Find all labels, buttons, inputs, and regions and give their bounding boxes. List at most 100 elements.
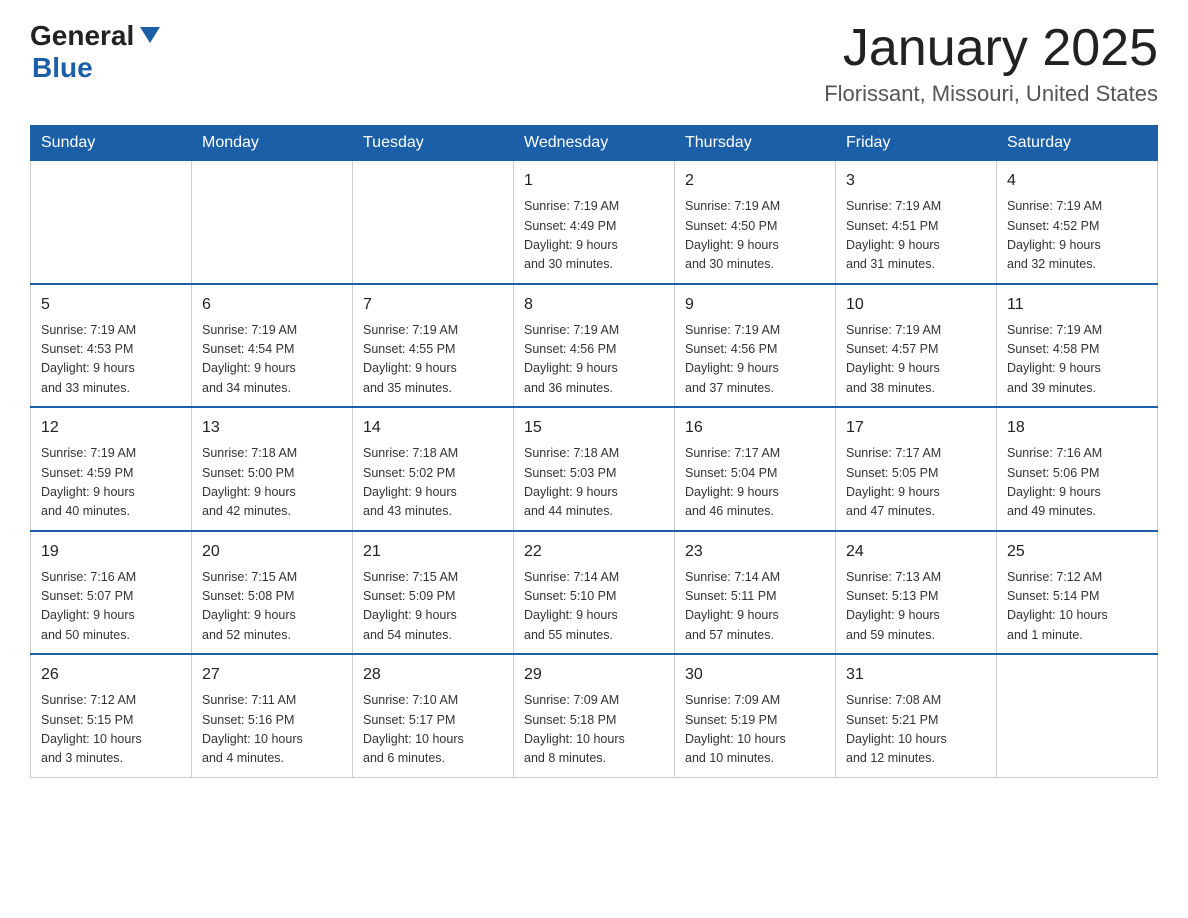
calendar-cell: 4 Sunrise: 7:19 AMSunset: 4:52 PMDaylight… (997, 161, 1158, 284)
calendar-cell: 16 Sunrise: 7:17 AMSunset: 5:04 PMDayligh… (675, 407, 836, 531)
calendar-cell: 20 Sunrise: 7:15 AMSunset: 5:08 PMDayligh… (192, 531, 353, 655)
day-number: 24 (846, 540, 986, 564)
day-info: Sunrise: 7:09 AMSunset: 5:19 PMDaylight:… (685, 691, 825, 769)
location-subtitle: Florissant, Missouri, United States (824, 81, 1158, 107)
day-number: 25 (1007, 540, 1147, 564)
day-info: Sunrise: 7:12 AMSunset: 5:15 PMDaylight:… (41, 691, 181, 769)
weekday-header-tuesday: Tuesday (353, 126, 514, 161)
calendar-cell: 22Sunrise: 7:14 AMSunset: 5:10 PMDayligh… (514, 531, 675, 655)
calendar-cell: 9Sunrise: 7:19 AMSunset: 4:56 PMDaylight… (675, 284, 836, 408)
day-info: Sunrise: 7:12 AMSunset: 5:14 PMDaylight:… (1007, 568, 1147, 646)
day-info: Sunrise: 7:19 AMSunset: 4:49 PMDaylight:… (524, 197, 664, 275)
day-info: Sunrise: 7:19 AMSunset: 4:56 PMDaylight:… (685, 321, 825, 399)
day-info: Sunrise: 7:19 AMSunset: 4:51 PMDaylight:… (846, 197, 986, 275)
weekday-header-saturday: Saturday (997, 126, 1158, 161)
day-info: Sunrise: 7:16 AMSunset: 5:06 PMDaylight:… (1007, 444, 1147, 522)
calendar-cell: 21Sunrise: 7:15 AMSunset: 5:09 PMDayligh… (353, 531, 514, 655)
day-info: Sunrise: 7:19 AMSunset: 4:56 PMDaylight:… (524, 321, 664, 399)
logo-triangle-icon (140, 27, 160, 43)
day-number: 18 (1007, 416, 1147, 440)
title-section: January 2025 Florissant, Missouri, Unite… (824, 20, 1158, 107)
weekday-header-sunday: Sunday (31, 126, 192, 161)
day-info: Sunrise: 7:09 AMSunset: 5:18 PMDaylight:… (524, 691, 664, 769)
day-number: 2 (685, 169, 825, 193)
calendar-cell: 14 Sunrise: 7:18 AMSunset: 5:02 PMDayligh… (353, 407, 514, 531)
day-number: 28 (363, 663, 503, 687)
calendar-week-row: 19 Sunrise: 7:16 AMSunset: 5:07 PMDayligh… (31, 531, 1158, 655)
weekday-header-thursday: Thursday (675, 126, 836, 161)
day-info: Sunrise: 7:08 AMSunset: 5:21 PMDaylight:… (846, 691, 986, 769)
day-number: 4 (1007, 169, 1147, 193)
day-info: Sunrise: 7:19 AMSunset: 4:57 PMDaylight:… (846, 321, 986, 399)
calendar-week-row: 26Sunrise: 7:12 AMSunset: 5:15 PMDayligh… (31, 654, 1158, 777)
day-number: 13 (202, 416, 342, 440)
day-number: 20 (202, 540, 342, 564)
calendar-cell: 5Sunrise: 7:19 AMSunset: 4:53 PMDaylight… (31, 284, 192, 408)
weekday-header-monday: Monday (192, 126, 353, 161)
calendar-cell: 25 Sunrise: 7:12 AMSunset: 5:14 PMDayligh… (997, 531, 1158, 655)
day-number: 1 (524, 169, 664, 193)
day-number: 15 (524, 416, 664, 440)
day-info: Sunrise: 7:14 AMSunset: 5:10 PMDaylight:… (524, 568, 664, 646)
calendar-cell: 10 Sunrise: 7:19 AMSunset: 4:57 PMDayligh… (836, 284, 997, 408)
calendar-table: SundayMondayTuesdayWednesdayThursdayFrid… (30, 125, 1158, 778)
calendar-cell: 29 Sunrise: 7:09 AMSunset: 5:18 PMDayligh… (514, 654, 675, 777)
day-info: Sunrise: 7:10 AMSunset: 5:17 PMDaylight:… (363, 691, 503, 769)
calendar-cell: 8 Sunrise: 7:19 AMSunset: 4:56 PMDaylight… (514, 284, 675, 408)
calendar-cell: 15 Sunrise: 7:18 AMSunset: 5:03 PMDayligh… (514, 407, 675, 531)
calendar-cell: 19 Sunrise: 7:16 AMSunset: 5:07 PMDayligh… (31, 531, 192, 655)
day-number: 3 (846, 169, 986, 193)
day-info: Sunrise: 7:19 AMSunset: 4:58 PMDaylight:… (1007, 321, 1147, 399)
day-info: Sunrise: 7:14 AMSunset: 5:11 PMDaylight:… (685, 568, 825, 646)
day-number: 23 (685, 540, 825, 564)
calendar-cell: 18 Sunrise: 7:16 AMSunset: 5:06 PMDayligh… (997, 407, 1158, 531)
day-info: Sunrise: 7:17 AMSunset: 5:04 PMDaylight:… (685, 444, 825, 522)
day-info: Sunrise: 7:15 AMSunset: 5:08 PMDaylight:… (202, 568, 342, 646)
day-number: 8 (524, 293, 664, 317)
calendar-cell (353, 161, 514, 284)
page-header: General Blue January 2025 Florissant, Mi… (30, 20, 1158, 107)
logo: General Blue (30, 20, 160, 84)
day-info: Sunrise: 7:19 AMSunset: 4:52 PMDaylight:… (1007, 197, 1147, 275)
calendar-cell: 26Sunrise: 7:12 AMSunset: 5:15 PMDayligh… (31, 654, 192, 777)
day-info: Sunrise: 7:18 AMSunset: 5:00 PMDaylight:… (202, 444, 342, 522)
day-info: Sunrise: 7:19 AMSunset: 4:59 PMDaylight:… (41, 444, 181, 522)
calendar-cell: 31 Sunrise: 7:08 AMSunset: 5:21 PMDayligh… (836, 654, 997, 777)
calendar-week-row: 1 Sunrise: 7:19 AMSunset: 4:49 PMDaylight… (31, 161, 1158, 284)
day-number: 14 (363, 416, 503, 440)
day-info: Sunrise: 7:11 AMSunset: 5:16 PMDaylight:… (202, 691, 342, 769)
day-number: 29 (524, 663, 664, 687)
calendar-cell (192, 161, 353, 284)
day-info: Sunrise: 7:16 AMSunset: 5:07 PMDaylight:… (41, 568, 181, 646)
calendar-cell: 23 Sunrise: 7:14 AMSunset: 5:11 PMDayligh… (675, 531, 836, 655)
calendar-cell: 1 Sunrise: 7:19 AMSunset: 4:49 PMDaylight… (514, 161, 675, 284)
day-number: 7 (363, 293, 503, 317)
day-number: 27 (202, 663, 342, 687)
calendar-cell: 6Sunrise: 7:19 AMSunset: 4:54 PMDaylight… (192, 284, 353, 408)
day-info: Sunrise: 7:19 AMSunset: 4:53 PMDaylight:… (41, 321, 181, 399)
day-number: 31 (846, 663, 986, 687)
calendar-week-row: 12Sunrise: 7:19 AMSunset: 4:59 PMDayligh… (31, 407, 1158, 531)
logo-general-text: General (30, 20, 134, 52)
logo-blue-text: Blue (32, 52, 93, 84)
weekday-header-wednesday: Wednesday (514, 126, 675, 161)
day-number: 19 (41, 540, 181, 564)
day-info: Sunrise: 7:19 AMSunset: 4:54 PMDaylight:… (202, 321, 342, 399)
calendar-cell: 28 Sunrise: 7:10 AMSunset: 5:17 PMDayligh… (353, 654, 514, 777)
day-info: Sunrise: 7:19 AMSunset: 4:50 PMDaylight:… (685, 197, 825, 275)
month-year-title: January 2025 (824, 20, 1158, 77)
day-info: Sunrise: 7:18 AMSunset: 5:02 PMDaylight:… (363, 444, 503, 522)
calendar-cell: 11 Sunrise: 7:19 AMSunset: 4:58 PMDayligh… (997, 284, 1158, 408)
calendar-week-row: 5Sunrise: 7:19 AMSunset: 4:53 PMDaylight… (31, 284, 1158, 408)
day-info: Sunrise: 7:18 AMSunset: 5:03 PMDaylight:… (524, 444, 664, 522)
calendar-cell: 17Sunrise: 7:17 AMSunset: 5:05 PMDayligh… (836, 407, 997, 531)
day-number: 16 (685, 416, 825, 440)
calendar-cell: 7Sunrise: 7:19 AMSunset: 4:55 PMDaylight… (353, 284, 514, 408)
day-number: 10 (846, 293, 986, 317)
day-number: 11 (1007, 293, 1147, 317)
calendar-cell (997, 654, 1158, 777)
day-number: 17 (846, 416, 986, 440)
day-info: Sunrise: 7:15 AMSunset: 5:09 PMDaylight:… (363, 568, 503, 646)
calendar-cell: 12Sunrise: 7:19 AMSunset: 4:59 PMDayligh… (31, 407, 192, 531)
calendar-cell: 3 Sunrise: 7:19 AMSunset: 4:51 PMDaylight… (836, 161, 997, 284)
